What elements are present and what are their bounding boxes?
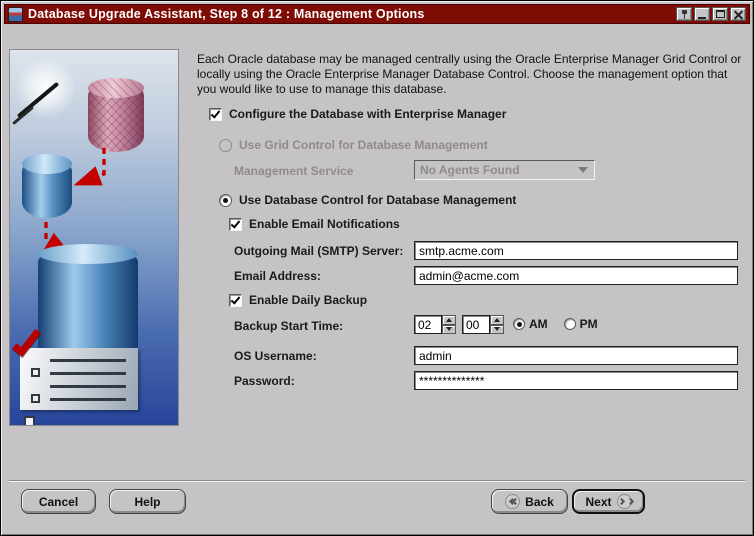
backup-hour-input[interactable] <box>414 315 442 334</box>
daily-backup-checkbox[interactable] <box>229 293 242 307</box>
pm-label: PM <box>579 317 598 331</box>
backup-minute-input[interactable] <box>462 315 490 334</box>
os-username-input[interactable] <box>414 346 738 365</box>
arrow-up-icon <box>494 317 500 322</box>
chevron-down-icon <box>578 167 588 173</box>
help-button[interactable]: Help <box>109 489 186 514</box>
minute-down-button[interactable] <box>490 324 504 334</box>
configure-em-label: Configure the Database with Enterprise M… <box>229 107 507 121</box>
smtp-server-input[interactable] <box>414 241 738 260</box>
smtp-server-label: Outgoing Mail (SMTP) Server: <box>234 244 404 258</box>
backup-minute-spinner <box>462 315 504 334</box>
cancel-button[interactable]: Cancel <box>21 489 96 514</box>
configure-em-checkbox[interactable] <box>209 107 222 121</box>
management-service-label: Management Service <box>234 164 354 178</box>
am-radio[interactable] <box>513 318 525 330</box>
management-service-value: No Agents Found <box>420 163 520 177</box>
am-label: AM <box>529 317 548 331</box>
management-service-dropdown: No Agents Found <box>414 160 595 180</box>
minute-up-button[interactable] <box>490 315 504 325</box>
checklist-bullet-icon <box>24 416 35 425</box>
db-control-label: Use Database Control for Database Manage… <box>239 193 517 207</box>
close-button[interactable] <box>730 7 746 21</box>
wizard-illustration <box>9 49 179 426</box>
intro-text: Each Oracle database may be managed cent… <box>197 52 742 96</box>
cancel-label: Cancel <box>38 494 79 509</box>
grid-control-label: Use Grid Control for Database Management <box>239 138 488 152</box>
pin-icon <box>681 9 688 19</box>
password-input[interactable] <box>414 371 738 390</box>
minimize-button[interactable] <box>694 7 710 21</box>
email-address-label: Email Address: <box>234 269 321 283</box>
pm-radio[interactable] <box>563 318 576 330</box>
email-notifications-checkbox[interactable] <box>229 217 242 231</box>
check-icon <box>230 217 241 229</box>
dbua-window: Database Upgrade Assistant, Step 8 of 12… <box>0 0 754 536</box>
backup-hour-spinner <box>414 315 456 334</box>
next-button[interactable]: Next <box>572 489 645 514</box>
app-icon <box>8 6 23 22</box>
backup-time-label: Backup Start Time: <box>234 319 344 333</box>
close-icon <box>734 10 743 19</box>
back-chevron-icon <box>505 494 521 509</box>
target-database-icon <box>38 244 138 362</box>
arrow-down-icon <box>446 327 452 332</box>
maximize-button[interactable] <box>712 7 728 21</box>
next-label: Next <box>585 494 612 509</box>
db-control-radio[interactable] <box>219 193 232 207</box>
grid-control-radio <box>219 138 232 152</box>
pin-button[interactable] <box>676 7 692 21</box>
window-title: Database Upgrade Assistant, Step 8 of 12… <box>28 7 425 21</box>
hour-up-button[interactable] <box>442 315 456 325</box>
bottom-separator <box>9 480 745 482</box>
checklist-icon <box>12 325 138 410</box>
password-label: Password: <box>234 374 295 388</box>
hour-down-button[interactable] <box>442 324 456 334</box>
check-icon <box>230 293 241 305</box>
email-notifications-label: Enable Email Notifications <box>249 217 400 231</box>
check-icon <box>210 107 221 119</box>
minimize-icon <box>698 16 706 19</box>
titlebar: Database Upgrade Assistant, Step 8 of 12… <box>4 4 750 24</box>
back-label: Back <box>525 494 554 509</box>
next-chevron-icon <box>616 494 634 509</box>
maximize-icon <box>715 10 725 18</box>
daily-backup-label: Enable Daily Backup <box>249 293 368 307</box>
os-username-label: OS Username: <box>234 349 317 363</box>
email-address-input[interactable] <box>414 266 738 285</box>
arrow-up-icon <box>446 317 452 322</box>
back-button[interactable]: Back <box>491 489 568 514</box>
arrow-down-icon <box>494 327 500 332</box>
help-label: Help <box>134 494 161 509</box>
